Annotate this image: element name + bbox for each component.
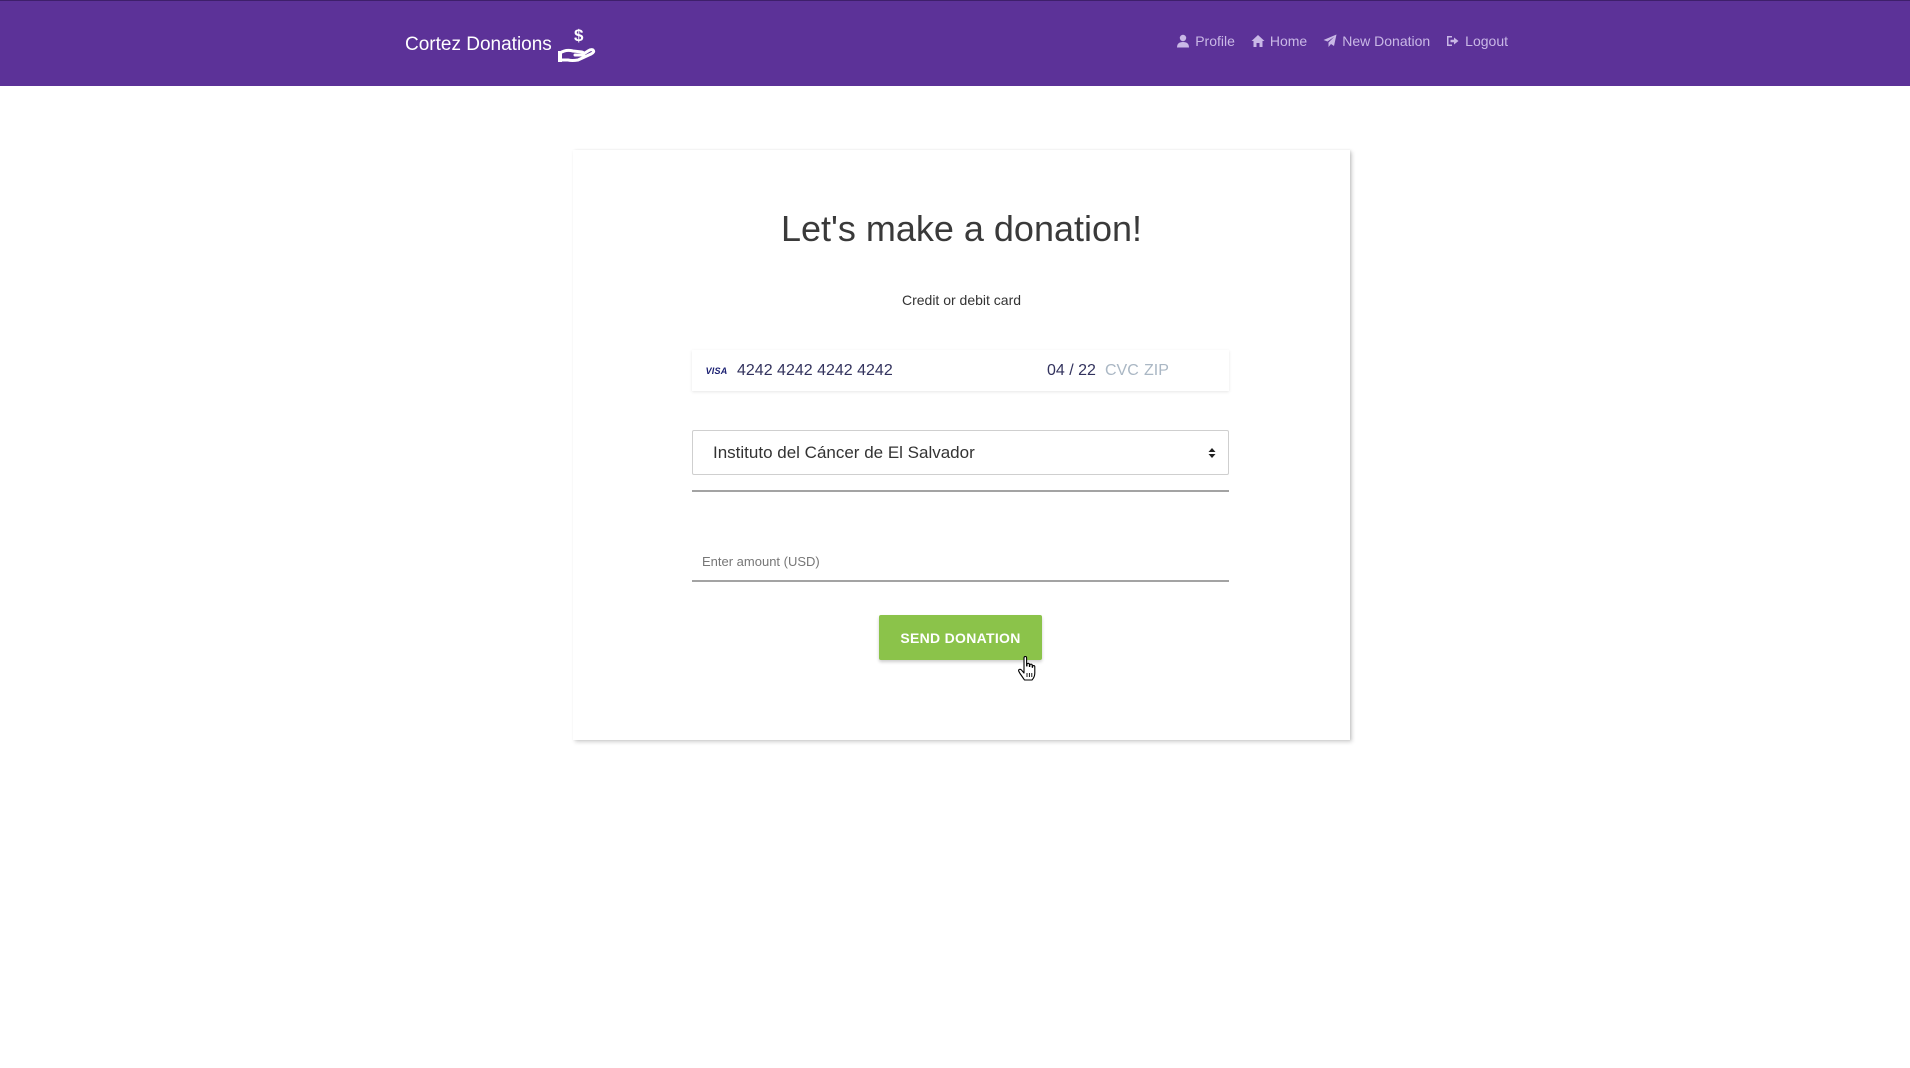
donation-card: Let's make a donation! Credit or debit c… bbox=[573, 150, 1350, 740]
brand-name: Cortez Donations bbox=[405, 34, 552, 55]
card-field-label: Credit or debit card bbox=[901, 292, 1022, 308]
select-arrows-icon bbox=[1208, 448, 1216, 458]
sign-out-icon bbox=[1447, 36, 1459, 46]
nav-item-profile[interactable]: Profile bbox=[1176, 33, 1235, 49]
nav-item-label: Logout bbox=[1465, 33, 1508, 49]
nav-item-label: Profile bbox=[1195, 33, 1235, 49]
nav-item-home[interactable]: Home bbox=[1251, 33, 1307, 49]
user-icon bbox=[1177, 34, 1190, 48]
nav-item-label: New Donation bbox=[1342, 33, 1431, 49]
send-donation-button[interactable]: SEND DONATION bbox=[879, 615, 1042, 660]
paper-plane-icon bbox=[1323, 34, 1337, 47]
svg-text:$: $ bbox=[574, 26, 584, 45]
card-cvc-field[interactable]: CVC bbox=[1105, 362, 1139, 380]
card-number-field[interactable]: 4242 4242 4242 4242 bbox=[737, 362, 893, 380]
nav-item-label: Home bbox=[1269, 33, 1308, 49]
hand-cursor-icon bbox=[1018, 656, 1036, 681]
organization-select-value: Instituto del Cáncer de El Salvador bbox=[713, 442, 975, 462]
amount-input[interactable] bbox=[692, 542, 1229, 582]
card-zip-field[interactable]: ZIP bbox=[1144, 362, 1169, 380]
organization-select[interactable]: Instituto del Cáncer de El Salvador bbox=[692, 430, 1229, 475]
card-input[interactable]: VISA 4242 4242 4242 4242 04 / 22 CVC ZIP bbox=[692, 350, 1229, 391]
nav-item-logout[interactable]: Logout bbox=[1446, 33, 1508, 49]
select-divider bbox=[692, 490, 1229, 492]
card-expiry-field[interactable]: 04 / 22 bbox=[1047, 362, 1096, 380]
home-icon bbox=[1251, 35, 1265, 47]
page-title: Let's make a donation! bbox=[780, 208, 1143, 249]
nav-item-new-donation[interactable]: New Donation bbox=[1323, 33, 1430, 49]
visa-icon: VISA bbox=[705, 365, 728, 376]
brand-link[interactable]: Cortez Donations $ bbox=[405, 23, 598, 67]
hand-dollar-icon: $ bbox=[557, 25, 598, 65]
nav-links: Profile Home New Donation Logout bbox=[1176, 33, 1508, 49]
top-navbar: Cortez Donations $ Profile Home New Dona… bbox=[0, 0, 1910, 86]
